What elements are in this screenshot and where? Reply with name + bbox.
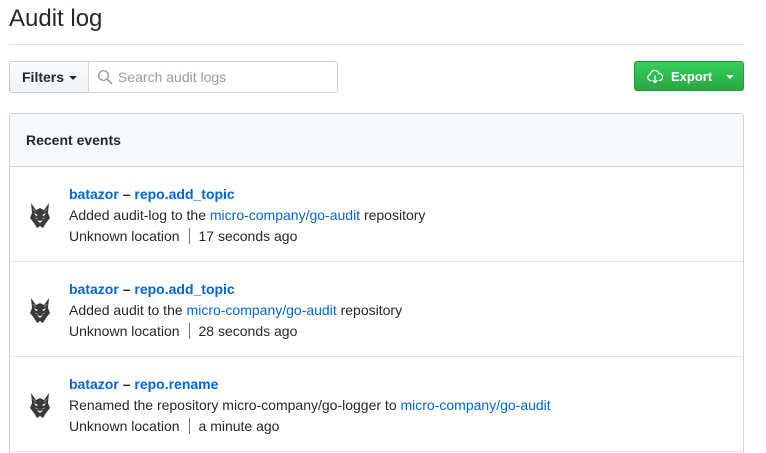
event-row: batazor – repo.rename Renamed the reposi… [10, 357, 743, 452]
meta-divider [188, 228, 190, 244]
wolf-avatar[interactable] [28, 296, 52, 324]
search-input[interactable] [118, 62, 333, 92]
actor-link[interactable]: batazor [69, 186, 119, 202]
action-link[interactable]: repo.add_topic [134, 281, 234, 297]
meta-divider [188, 418, 190, 434]
actor-link[interactable]: batazor [69, 281, 119, 297]
action-link[interactable]: repo.rename [134, 376, 218, 392]
event-location: Unknown location [69, 323, 180, 339]
description-text: Added audit to the [69, 302, 187, 318]
event-meta: Unknown location a minute ago [69, 417, 279, 435]
event-row: batazor – repo.add_topic Added audit-log… [10, 167, 743, 262]
wolf-avatar[interactable] [28, 391, 52, 419]
description-suffix: repository [336, 302, 403, 318]
event-meta: Unknown location 17 seconds ago [69, 227, 297, 245]
event-description: Renamed the repository micro-company/go-… [69, 396, 551, 414]
actor-link[interactable]: batazor [69, 376, 119, 392]
repository-link[interactable]: micro-company/go-audit [401, 397, 551, 413]
filters-label: Filters [22, 69, 65, 85]
description-text: Added audit-log to the [69, 207, 210, 223]
repository-link[interactable]: micro-company/go-audit [210, 207, 360, 223]
event-title: batazor – repo.add_topic [69, 280, 235, 298]
filters-button[interactable]: Filters [9, 61, 88, 93]
page-title: Audit log [9, 5, 103, 32]
description-suffix: repository [360, 207, 426, 223]
export-label: Export [671, 68, 713, 84]
wolf-avatar[interactable] [28, 201, 52, 229]
chevron-down-icon [69, 76, 78, 80]
title-separator: – [122, 376, 131, 392]
event-meta: Unknown location 28 seconds ago [69, 322, 297, 340]
event-location: Unknown location [69, 418, 180, 434]
event-title: batazor – repo.rename [69, 375, 218, 393]
event-location: Unknown location [69, 228, 180, 244]
title-separator: – [122, 186, 131, 202]
action-link[interactable]: repo.add_topic [134, 186, 234, 202]
meta-divider [188, 323, 190, 339]
event-time: 28 seconds ago [198, 323, 298, 339]
event-description: Added audit-log to the micro-company/go-… [69, 206, 425, 224]
cloud-download-icon [647, 69, 663, 84]
event-row: batazor – repo.add_topic Added audit to … [10, 262, 743, 357]
audit-log-page: Audit log Filters Export Recent events [0, 0, 766, 453]
event-time: 17 seconds ago [198, 228, 298, 244]
export-button[interactable]: Export [634, 61, 744, 91]
search-box [88, 61, 338, 93]
chevron-down-icon [726, 75, 735, 79]
events-header: Recent events [10, 114, 743, 167]
repository-link[interactable]: micro-company/go-audit [187, 302, 337, 318]
search-icon [97, 69, 113, 85]
title-separator: – [122, 281, 131, 297]
title-divider [9, 44, 744, 45]
event-time: a minute ago [198, 418, 280, 434]
description-text: Renamed the repository micro-company/go-… [69, 397, 401, 413]
event-title: batazor – repo.add_topic [69, 185, 235, 203]
event-description: Added audit to the micro-company/go-audi… [69, 301, 402, 319]
events-panel: Recent events batazor – repo.add_topic A… [9, 113, 744, 453]
